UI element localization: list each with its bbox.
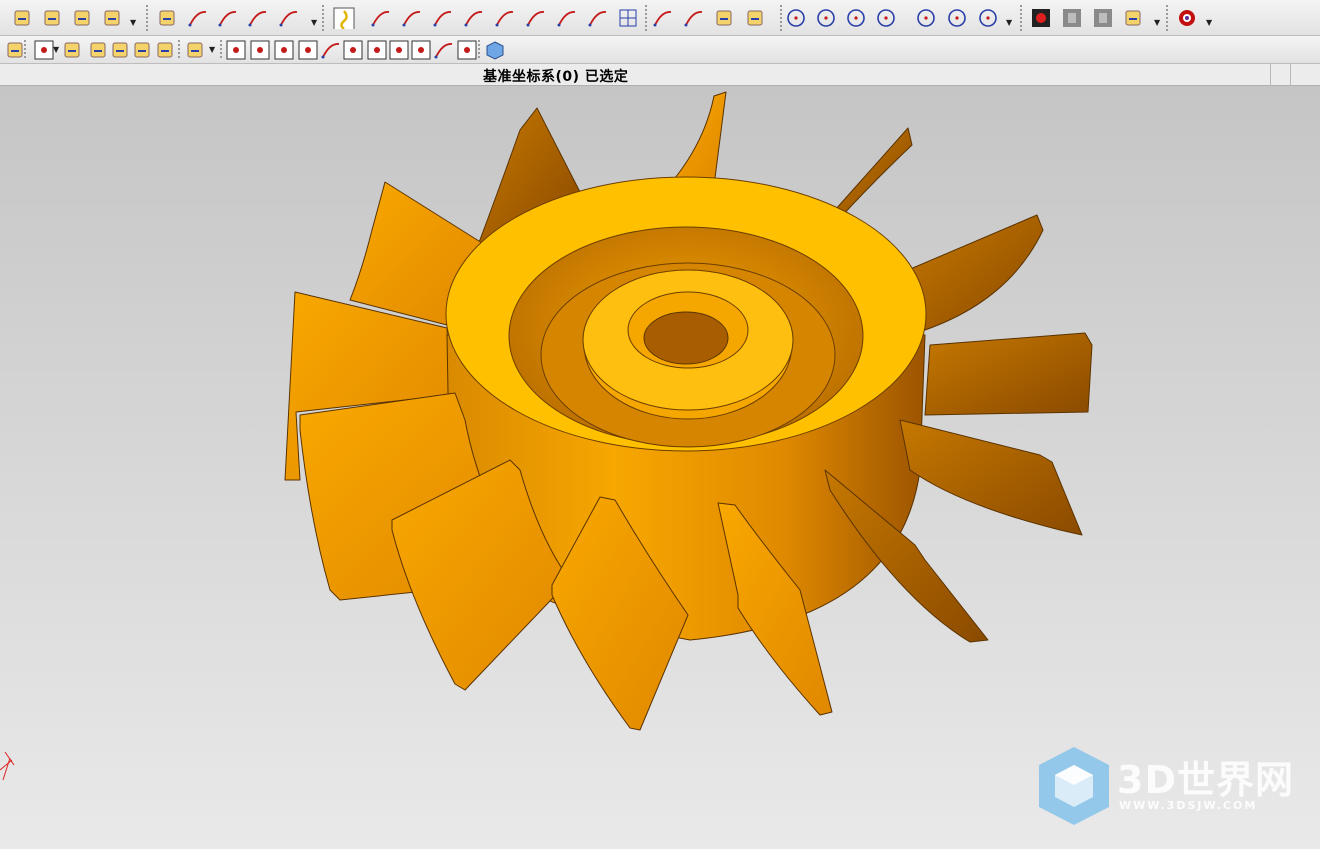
snap-box-icon[interactable] (33, 39, 55, 61)
axis-line-icon[interactable] (401, 7, 423, 29)
multi-snap-icon[interactable] (249, 39, 271, 61)
bridge-curve-icon[interactable] (217, 7, 239, 29)
chevron-down-icon[interactable]: ▼ (1154, 18, 1160, 27)
curve-tool-icon[interactable] (187, 7, 209, 29)
move-icon[interactable] (110, 39, 132, 61)
quadrant-snap-icon[interactable] (388, 39, 410, 61)
transform-icon[interactable] (132, 39, 154, 61)
curve-snap-icon[interactable] (320, 39, 342, 61)
toolbar-separator (780, 5, 782, 31)
point-snap-icon[interactable] (225, 39, 247, 61)
arc-icon[interactable] (652, 7, 674, 29)
chevron-down-icon[interactable]: ▼ (53, 45, 59, 54)
circle-arc-icon[interactable] (977, 7, 999, 29)
watermark-cube-icon (1039, 747, 1109, 825)
line-icon[interactable] (370, 7, 392, 29)
spline-icon[interactable] (556, 7, 578, 29)
cube-icon[interactable] (484, 39, 506, 61)
analysis-icon[interactable] (157, 7, 179, 29)
circle-center-icon[interactable] (915, 7, 937, 29)
tangent-curve-icon[interactable] (525, 7, 547, 29)
fan-impeller-model[interactable] (0, 86, 1320, 849)
cross-line-icon[interactable] (463, 7, 485, 29)
watermark-brand: 3D世界网 (1117, 758, 1294, 802)
circle-square-icon[interactable] (845, 7, 867, 29)
cylinder-icon[interactable] (72, 7, 94, 29)
route-icon[interactable] (155, 39, 177, 61)
chevron-down-icon[interactable]: ▼ (1006, 18, 1012, 27)
arc-3pt-icon[interactable] (683, 7, 705, 29)
graphics-viewport[interactable]: 3D世界网 WWW.3DSJW.COM (0, 86, 1320, 849)
toolbar-separator (322, 5, 324, 31)
toolbar-separator (645, 5, 647, 31)
status-divider (1270, 64, 1271, 86)
wheel-icon[interactable] (1176, 7, 1198, 29)
corner-icon[interactable] (745, 7, 767, 29)
toolbar-separator (178, 40, 180, 60)
point-line-icon[interactable] (494, 7, 516, 29)
pause-icon[interactable] (1061, 7, 1083, 29)
toolbar-separator (1166, 5, 1168, 31)
eraser-icon[interactable] (88, 39, 110, 61)
hub-bore (643, 311, 729, 365)
snap-toolbar: ▼ ▼ (0, 36, 1320, 64)
fan-blade (899, 419, 1083, 536)
status-divider (1290, 64, 1291, 86)
sketch-icon[interactable] (12, 7, 34, 29)
fan-blade (907, 214, 1044, 331)
intersect-snap-icon[interactable] (342, 39, 364, 61)
rect-select-icon[interactable] (185, 39, 207, 61)
status-bar: 基准坐标系(0) 已选定 (0, 64, 1320, 86)
stop-icon[interactable] (1092, 7, 1114, 29)
chevron-down-icon[interactable]: ▼ (311, 18, 317, 27)
watermark: 3D世界网 WWW.3DSJW.COM (1037, 745, 1302, 827)
toolbar-separator (24, 40, 26, 60)
chevron-down-icon[interactable]: ▼ (130, 18, 136, 27)
chevron-down-icon[interactable]: ▼ (1206, 18, 1212, 27)
circle-icon[interactable] (785, 7, 807, 29)
bracket-icon[interactable] (714, 7, 736, 29)
lasso-select-icon[interactable] (333, 7, 355, 29)
chevron-down-icon[interactable]: ▼ (209, 45, 215, 54)
circle-radius-icon[interactable] (946, 7, 968, 29)
endpoint-snap-icon[interactable] (273, 39, 295, 61)
midpoint-snap-icon[interactable] (297, 39, 319, 61)
watermark-url: WWW.3DSJW.COM (1119, 799, 1258, 812)
face-snap-icon[interactable] (456, 39, 478, 61)
circle-tangent-icon[interactable] (875, 7, 897, 29)
toolbar-separator (478, 40, 480, 60)
toolbar-separator (220, 40, 222, 60)
main-toolbar: ▼ ▼ ▼ ▼ ▼ (0, 0, 1320, 36)
revolve-icon[interactable] (102, 7, 124, 29)
trim-curve-icon[interactable] (587, 7, 609, 29)
fan-blade (834, 127, 913, 219)
offset-curve-icon[interactable] (247, 7, 269, 29)
circle-point-icon[interactable] (815, 7, 837, 29)
axis-triad-icon (0, 751, 15, 781)
center-snap-icon[interactable] (366, 39, 388, 61)
status-message: 基准坐标系(0) 已选定 (483, 69, 629, 85)
existing-point-icon[interactable] (410, 39, 432, 61)
fillet-curve-icon[interactable] (278, 7, 300, 29)
on-curve-icon[interactable] (433, 39, 455, 61)
fan-blade (924, 332, 1093, 416)
report-icon[interactable] (1123, 7, 1145, 29)
undo-arrow-icon[interactable] (62, 39, 84, 61)
toolbar-separator (146, 5, 148, 31)
fan-blade (674, 91, 727, 179)
parallel-line-icon[interactable] (432, 7, 454, 29)
extrude-icon[interactable] (42, 7, 64, 29)
toolbar-separator (1020, 5, 1022, 31)
grid-icon[interactable] (617, 7, 639, 29)
record-icon[interactable] (1030, 7, 1052, 29)
